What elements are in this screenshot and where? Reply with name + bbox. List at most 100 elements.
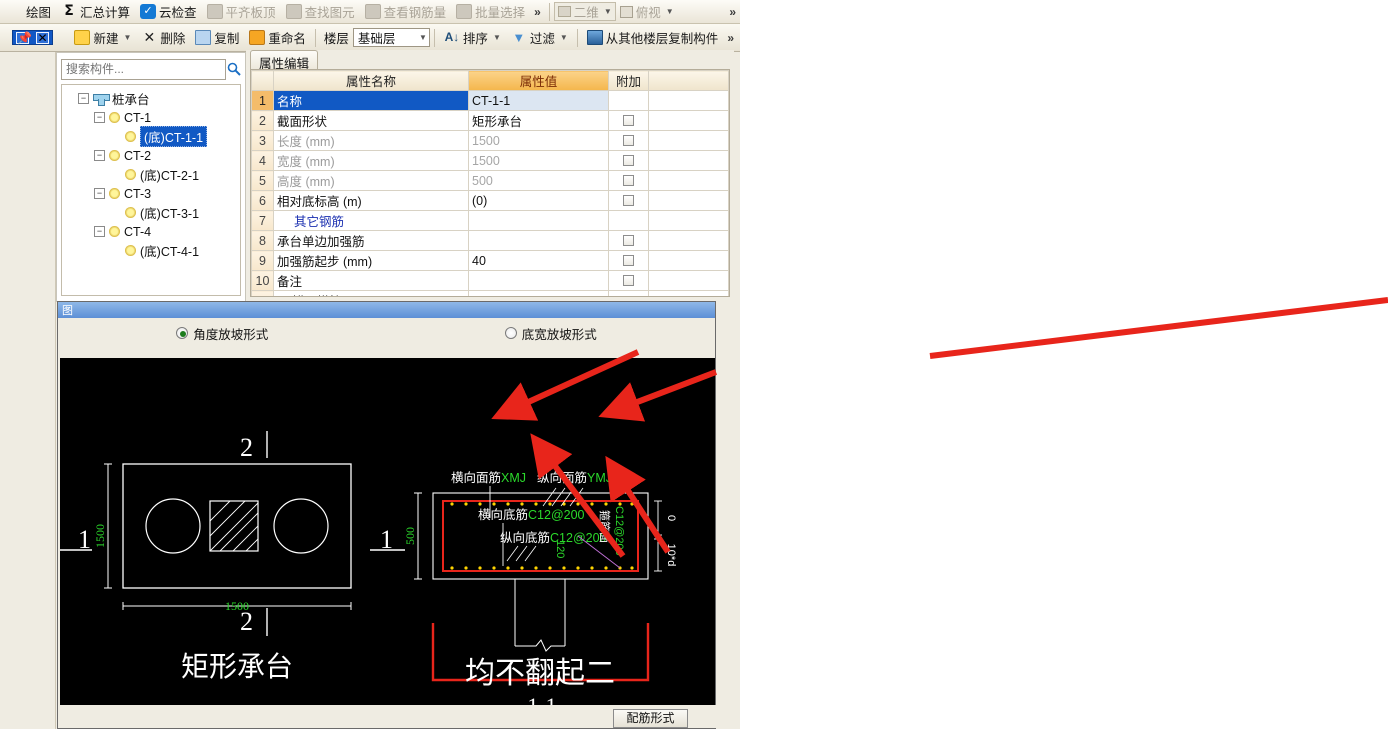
left-rail (0, 52, 56, 729)
tree-item-ct-1[interactable]: − CT-1 (64, 108, 238, 127)
new-component-button[interactable]: 新建 ▼ (69, 28, 136, 48)
table-row[interactable]: 5 高度 (mm) 500 (251, 170, 729, 191)
property-table[interactable]: 属性名称 属性值 附加 1 名称 CT-1-1 2 截面形状 矩形承台 3 长度… (250, 69, 730, 297)
extra-checkbox[interactable] (623, 155, 634, 166)
component-toolbar-overflow-chevron[interactable]: » (723, 31, 740, 45)
row-value[interactable]: 1500 (468, 130, 609, 151)
tree-item-ct-2-1[interactable]: (底)CT-2-1 (64, 165, 238, 184)
toolbar-overflow-chevron[interactable]: » (530, 5, 545, 19)
tab-property-editor[interactable]: 属性编辑 (250, 50, 319, 71)
toolbar-align-slab-top-label: 平齐板顶 (225, 6, 276, 20)
row-value[interactable]: (0) (468, 190, 609, 211)
row-extra[interactable] (608, 250, 649, 271)
label-side: 箍筋面 (598, 510, 612, 543)
toolbar-batch-select-label: 批量选择 (475, 6, 526, 20)
row-index: 7 (251, 210, 274, 231)
delete-component-button[interactable]: ✕ 删除 (136, 28, 190, 48)
row-name: 备注 (273, 270, 469, 291)
toolbar-summary-calc[interactable]: Σ 汇总计算 (56, 2, 135, 22)
table-row[interactable]: 2 截面形状 矩形承台 (251, 110, 729, 131)
row-extra[interactable] (608, 270, 649, 291)
row-extra[interactable] (608, 150, 649, 171)
tree-item-label: CT-1 (124, 110, 152, 125)
expander-icon[interactable]: − (94, 226, 105, 237)
expander-icon[interactable]: − (94, 112, 105, 123)
tree-item-ct-4[interactable]: − CT-4 (64, 222, 238, 241)
radio-angle-slope[interactable]: 角度放坡形式 (176, 324, 268, 343)
copy-from-other-floor-label: 从其他楼层复制构件 (605, 32, 719, 46)
extra-checkbox[interactable] (623, 195, 634, 206)
row-value[interactable]: CT-1-1 (468, 90, 609, 111)
row-extra[interactable] (608, 110, 649, 131)
view-angle-combo[interactable]: 俯视 ▼ (616, 2, 678, 21)
table-row[interactable]: 10 备注 (251, 270, 729, 291)
row-value[interactable] (468, 270, 609, 291)
table-row[interactable]: 3 长度 (mm) 1500 (251, 130, 729, 151)
panel-pin-controls[interactable]: 📌 ✕ (12, 30, 54, 45)
table-row[interactable]: 7 其它钢筋 (251, 210, 729, 231)
extra-checkbox[interactable] (623, 275, 634, 286)
extra-checkbox[interactable] (623, 255, 634, 266)
row-extra[interactable] (608, 190, 649, 211)
row-index: 11 (251, 290, 274, 296)
toolbar-right-overflow-chevron[interactable]: » (725, 5, 740, 19)
row-extra[interactable] (608, 130, 649, 151)
row-spacer (648, 150, 729, 171)
rename-component-button[interactable]: 重命名 (244, 28, 311, 48)
table-row[interactable]: 1 名称 CT-1-1 (251, 90, 729, 111)
component-tree[interactable]: − 桩承台 − CT-1 (底)CT-1-1 − CT-2 (底)CT-2-1 … (61, 84, 241, 296)
copy-component-button[interactable]: 复制 (190, 28, 244, 48)
pin-icon[interactable]: 📌 (16, 31, 32, 44)
sort-button[interactable]: A↓ 排序 ▼ (439, 28, 506, 48)
tree-item-ct-4-1[interactable]: (底)CT-4-1 (64, 241, 238, 260)
draw-icon (7, 4, 23, 19)
toolbar-cloud-check[interactable]: ✓ 云检查 (135, 2, 202, 22)
tree-item-ct-3-1[interactable]: (底)CT-3-1 (64, 203, 238, 222)
expander-icon[interactable]: − (94, 150, 105, 161)
filter-label: 过滤 (529, 32, 555, 46)
row-value[interactable]: 1500 (468, 150, 609, 171)
expander-icon[interactable]: − (94, 188, 105, 199)
radio-width-slope[interactable]: 底宽放坡形式 (504, 324, 597, 343)
chevron-down-icon: ▼ (559, 33, 568, 42)
table-row[interactable]: 9 加强筋起步 (mm) 40 (251, 250, 729, 271)
row-extra (608, 90, 649, 111)
row-value[interactable] (468, 230, 609, 251)
tree-item-ct-2[interactable]: − CT-2 (64, 146, 238, 165)
toolbar-draw[interactable]: 绘图 (2, 2, 56, 22)
rebar-form-button[interactable]: 配筋形式 (613, 709, 688, 728)
row-value[interactable] (468, 290, 609, 296)
table-row[interactable]: 11 +锚固搭接 (251, 290, 729, 296)
row-name[interactable]: 其它钢筋 (273, 210, 469, 231)
chevron-down-icon: ▼ (419, 33, 427, 42)
floor-select[interactable]: 基础层 ▼ (352, 28, 430, 47)
extra-checkbox[interactable] (623, 115, 634, 126)
search-input[interactable] (61, 58, 226, 80)
property-editor-panel: 属性编辑 属性名称 属性值 附加 1 名称 CT-1-1 2 截面形状 矩形承台… (246, 50, 734, 300)
extra-checkbox[interactable] (623, 135, 634, 146)
rename-icon (249, 30, 266, 45)
expander-icon[interactable]: − (78, 93, 89, 104)
tree-root-node[interactable]: − 桩承台 (64, 89, 238, 108)
copy-floor-icon (586, 30, 603, 45)
search-icon[interactable] (226, 58, 241, 80)
row-extra[interactable] (608, 230, 649, 251)
row-value[interactable]: 40 (468, 250, 609, 271)
table-row[interactable]: 6 相对底标高 (m) (0) (251, 190, 729, 211)
row-value[interactable]: 矩形承台 (468, 110, 609, 131)
view-mode-combo[interactable]: 二维 ▼ (553, 2, 616, 21)
table-row[interactable]: 4 宽度 (mm) 1500 (251, 150, 729, 171)
row-extra[interactable] (608, 170, 649, 191)
extra-checkbox[interactable] (623, 175, 634, 186)
tree-item-ct-1-1[interactable]: (底)CT-1-1 (64, 126, 238, 147)
row-name[interactable]: +锚固搭接 (273, 290, 469, 296)
copy-from-other-floor-button[interactable]: 从其他楼层复制构件 (582, 28, 724, 48)
row-value[interactable]: 500 (468, 170, 609, 191)
filter-button[interactable]: ▼ 过滤 ▼ (506, 28, 573, 48)
tree-item-ct-3[interactable]: − CT-3 (64, 184, 238, 203)
row-value[interactable] (468, 210, 609, 231)
extra-checkbox[interactable] (623, 235, 634, 246)
table-row[interactable]: 8 承台单边加强筋 (251, 230, 729, 251)
close-icon[interactable]: ✕ (36, 31, 50, 44)
row-name: 名称 (273, 90, 469, 111)
